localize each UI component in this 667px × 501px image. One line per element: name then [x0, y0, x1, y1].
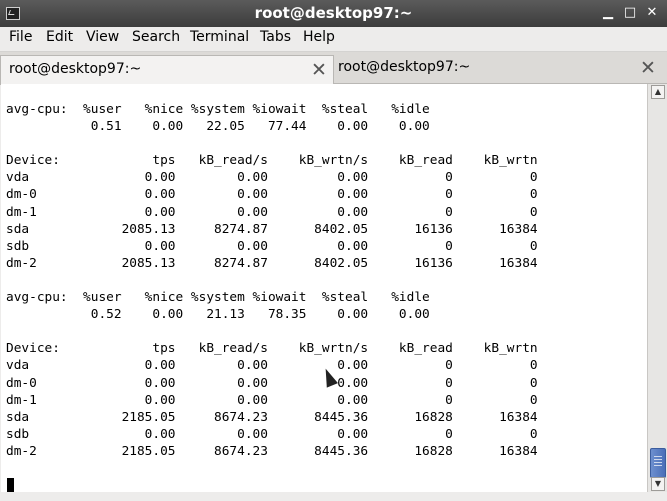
window-title: root@desktop97:~	[254, 4, 413, 22]
scrollbar-thumb[interactable]	[650, 448, 666, 478]
tab-terminal-1[interactable]: root@desktop97:~ ✕	[0, 55, 334, 85]
close-window-button[interactable]: ✕	[644, 4, 660, 22]
tab-label: root@desktop97:~	[338, 59, 471, 75]
close-tab-icon[interactable]: ✕	[640, 57, 656, 79]
menu-terminal[interactable]: Terminal	[190, 29, 249, 45]
tab-bar: root@desktop97:~ ✕ root@desktop97:~ ✕	[0, 52, 667, 85]
menu-search[interactable]: Search	[132, 29, 180, 45]
terminal-window: root@desktop97:~ ▁ □ ✕ File Edit View Se…	[0, 0, 667, 501]
vertical-scrollbar[interactable]: ▲ ▼	[647, 84, 667, 492]
title-bar[interactable]: root@desktop97:~ ▁ □ ✕	[0, 0, 667, 27]
scroll-down-arrow-icon[interactable]: ▼	[651, 477, 665, 491]
maximize-button[interactable]: □	[622, 4, 638, 22]
tab-terminal-2[interactable]: root@desktop97:~ ✕	[334, 54, 664, 82]
scroll-up-arrow-icon[interactable]: ▲	[651, 85, 665, 99]
minimize-button[interactable]: ▁	[600, 4, 616, 22]
terminal-output: avg-cpu: %user %nice %system %iowait %st…	[6, 102, 538, 459]
close-tab-icon[interactable]: ✕	[311, 59, 327, 81]
terminal-output-area[interactable]: avg-cpu: %user %nice %system %iowait %st…	[1, 84, 647, 492]
text-cursor	[7, 478, 14, 492]
tab-label: root@desktop97:~	[9, 61, 142, 77]
menu-bar: File Edit View Search Terminal Tabs Help	[0, 27, 667, 52]
menu-view[interactable]: View	[86, 29, 119, 45]
menu-edit[interactable]: Edit	[46, 29, 73, 45]
menu-file[interactable]: File	[9, 29, 32, 45]
menu-help[interactable]: Help	[303, 29, 335, 45]
menu-tabs[interactable]: Tabs	[260, 29, 291, 45]
